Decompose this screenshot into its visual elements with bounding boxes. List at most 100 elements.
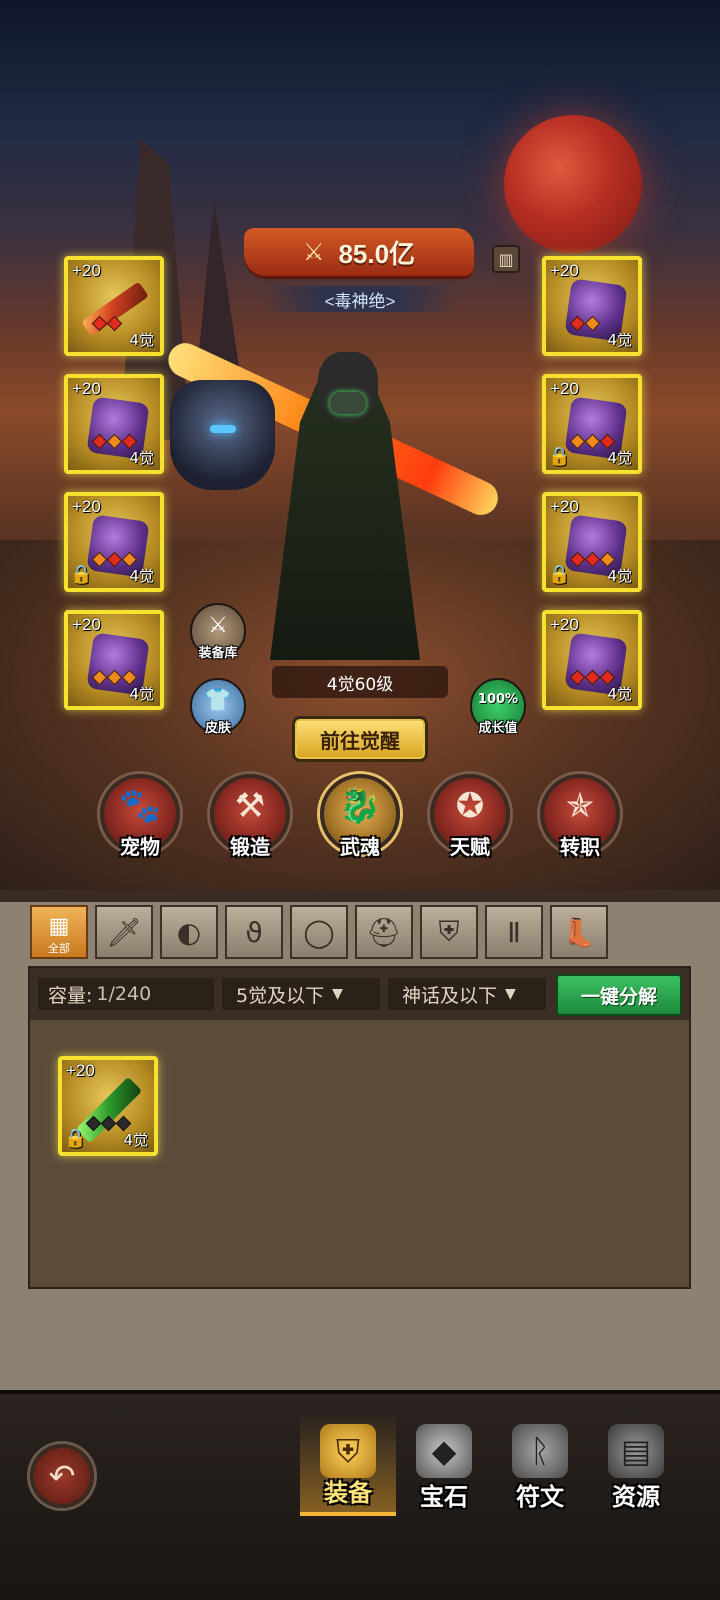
armory-button[interactable]: ⚔ 装备库 — [190, 603, 246, 661]
tab-weapon[interactable]: 🗡 — [95, 905, 153, 959]
enhance-level: +20 — [72, 615, 101, 634]
shirt-icon: 👕 — [204, 688, 232, 713]
tab-legs[interactable]: Ⅱ — [485, 905, 543, 959]
feature-pet-button[interactable]: 🐾 宠物 — [100, 774, 180, 859]
go-awaken-button[interactable]: 前往觉醒 — [292, 716, 428, 762]
chevron-down-icon: ▼ — [505, 986, 516, 1002]
shoulder-icon: ◐ — [176, 915, 202, 949]
winged-star-icon: ✯ — [565, 786, 595, 826]
combat-power-banner: ⚔ 85.0亿 — [244, 228, 474, 276]
awaken-level: 4觉 — [129, 567, 154, 585]
feature-label: 转职 — [560, 835, 600, 859]
pet-eye-glow — [210, 425, 236, 433]
crossed-swords-icon: ⚔ — [302, 238, 325, 266]
enhance-level: +20 — [72, 497, 101, 516]
feature-job-change-button[interactable]: ✯ 转职 — [540, 774, 620, 859]
helmet-icon: ⛑ — [366, 915, 402, 949]
sword-icon: 🗡 — [106, 915, 142, 949]
gem-sockets — [91, 315, 123, 332]
tab-all-label: 全部 — [48, 942, 70, 955]
equip-slot-gloves[interactable]: +20 4觉 — [64, 374, 164, 474]
gem-sockets — [569, 551, 616, 568]
awaken-filter-value: 5觉及以下 — [236, 984, 325, 1007]
nav-rune[interactable]: ᚱ 符文 — [492, 1412, 588, 1516]
capacity-display: 容量: 1/240 — [38, 978, 214, 1010]
gem-sockets — [91, 669, 138, 686]
awaken-level: 4觉 — [607, 685, 632, 703]
feature-label: 天赋 — [450, 835, 490, 859]
enhance-level: +20 — [72, 379, 101, 398]
awaken-level: 4觉 — [129, 685, 154, 703]
feature-talent-button[interactable]: ✪ 天赋 — [430, 774, 510, 859]
enhance-level: +20 — [550, 379, 579, 398]
gas-mask — [330, 392, 366, 414]
tab-helmet[interactable]: ⛑ — [355, 905, 413, 959]
ring-icon: ◯ — [303, 915, 335, 949]
tab-ring[interactable]: ◯ — [290, 905, 348, 959]
nav-label: 宝石 — [420, 1483, 468, 1511]
back-arrow-icon[interactable]: ↶ — [30, 1444, 94, 1508]
skin-button[interactable]: 👕 皮肤 — [190, 678, 246, 736]
nav-equipment[interactable]: ⛨ 装备 — [300, 1412, 396, 1516]
equip-slot-necklace[interactable]: +20 🔒 4觉 — [64, 492, 164, 592]
ranking-icon[interactable]: ▥ — [492, 245, 520, 273]
capacity-label: 容量: — [48, 984, 93, 1007]
hero-level: 4觉60级 — [272, 666, 448, 698]
blood-moon — [504, 115, 642, 253]
feature-weapon-soul-button[interactable]: 🐉 武魂 — [320, 774, 400, 859]
inventory-grid: 容量: 1/240 5觉及以下 ▼ 神话及以下 ▼ 一键分解 +20 🔒 4觉 — [28, 966, 691, 1289]
awaken-filter-dropdown[interactable]: 5觉及以下 ▼ — [222, 978, 380, 1010]
nav-resources[interactable]: ▤ 资源 — [588, 1412, 684, 1516]
feature-forge-button[interactable]: ⚒ 锻造 — [210, 774, 290, 859]
grid-icon: ▦ — [48, 913, 70, 939]
rune-icon: ᚱ — [512, 1424, 568, 1478]
hero-title-bar: <毒神绝> — [262, 286, 458, 312]
chest-icon: ▤ — [608, 1424, 664, 1478]
nav-label: 符文 — [516, 1483, 564, 1511]
feature-label: 锻造 — [230, 835, 270, 859]
crossed-swords-icon: ⚔ — [208, 613, 228, 638]
awaken-level: 4觉 — [123, 1131, 148, 1149]
armor-icon: ⛨ — [320, 1424, 376, 1478]
feature-label: 宠物 — [120, 835, 160, 859]
nav-gem[interactable]: ◆ 宝石 — [396, 1412, 492, 1516]
inventory-toolbar: 容量: 1/240 5觉及以下 ▼ 神话及以下 ▼ 一键分解 — [30, 968, 689, 1020]
equip-slot-ring[interactable]: +20 4觉 — [64, 610, 164, 710]
one-click-decompose-button[interactable]: 一键分解 — [556, 974, 682, 1016]
equip-slot-legs[interactable]: +20 🔒 4觉 — [542, 492, 642, 592]
nav-label: 资源 — [612, 1483, 660, 1511]
bottom-navigation: ↶ ⛨ 装备 ◆ 宝石 ᚱ 符文 ▤ 资源 — [0, 1390, 720, 1600]
pet-companion — [170, 380, 275, 490]
tab-all[interactable]: ▦ 全部 — [30, 905, 88, 959]
equip-slot-boots[interactable]: +20 4觉 — [542, 610, 642, 710]
armory-label: 装备库 — [198, 646, 238, 661]
enhance-level: +20 — [550, 615, 579, 634]
quality-filter-dropdown[interactable]: 神话及以下 ▼ — [388, 978, 546, 1010]
gem-sockets — [91, 433, 138, 450]
quality-filter-value: 神话及以下 — [402, 984, 498, 1007]
necklace-icon: ϑ — [245, 915, 263, 949]
armor-icon: ⛨ — [438, 915, 460, 948]
pants-icon: Ⅱ — [507, 915, 521, 949]
tab-armor[interactable]: ⛨ — [420, 905, 478, 959]
skin-label: 皮肤 — [204, 721, 231, 736]
tab-boots[interactable]: 👢 — [550, 905, 608, 959]
capacity-value: 1/240 — [96, 983, 152, 1005]
lock-icon: 🔒 — [548, 446, 571, 467]
tab-necklace[interactable]: ϑ — [225, 905, 283, 959]
enhance-level: +20 — [550, 261, 579, 280]
growth-button[interactable]: 100% 成长值 — [470, 678, 526, 736]
enhance-level: +20 — [550, 497, 579, 516]
panel-divider — [0, 890, 720, 902]
equip-slot-weapon[interactable]: +20 4觉 — [64, 256, 164, 356]
enhance-level: +20 — [72, 261, 101, 280]
gem-sockets — [569, 669, 616, 686]
inventory-item[interactable]: +20 🔒 4觉 — [58, 1056, 158, 1156]
equip-slot-helmet[interactable]: +20 4觉 — [542, 256, 642, 356]
gem-sockets — [569, 315, 601, 332]
tab-shoulder[interactable]: ◐ — [160, 905, 218, 959]
lock-icon: 🔒 — [548, 564, 571, 585]
lock-icon: 🔒 — [70, 564, 93, 585]
paw-icon: 🐾 — [118, 786, 162, 826]
equip-slot-armor[interactable]: +20 🔒 4觉 — [542, 374, 642, 474]
